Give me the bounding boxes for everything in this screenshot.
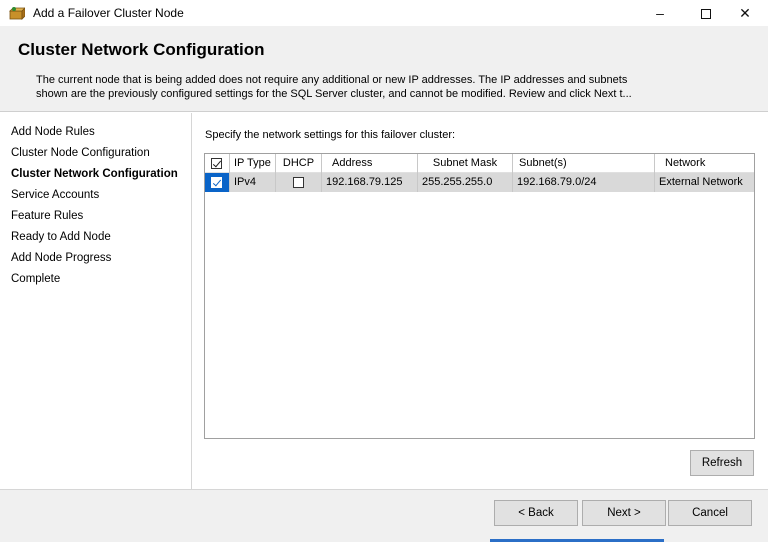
cell-subnets: 192.168.79.0/24 xyxy=(513,173,655,192)
sidebar-item-service-accounts[interactable]: Service Accounts xyxy=(0,185,191,206)
cancel-button[interactable]: Cancel xyxy=(668,500,752,526)
sidebar-item-feature-rules[interactable]: Feature Rules xyxy=(0,206,191,227)
column-header-address[interactable]: Address xyxy=(322,154,418,173)
next-button[interactable]: Next > xyxy=(582,500,666,526)
sidebar-item-ready-to-add-node[interactable]: Ready to Add Node xyxy=(0,227,191,248)
sidebar-item-complete[interactable]: Complete xyxy=(0,269,191,290)
column-header-network[interactable]: Network xyxy=(655,154,754,173)
minimize-button[interactable]: – xyxy=(637,0,683,26)
maximize-icon xyxy=(701,9,711,20)
sidebar-item-add-node-progress[interactable]: Add Node Progress xyxy=(0,248,191,269)
cell-dhcp xyxy=(276,173,322,192)
column-header-subnets[interactable]: Subnet(s) xyxy=(513,154,655,173)
cell-address: 192.168.79.125 xyxy=(322,173,418,192)
row-checkbox[interactable] xyxy=(211,177,222,188)
page-title: Cluster Network Configuration xyxy=(18,40,265,59)
cell-ip-type: IPv4 xyxy=(230,173,276,192)
description-line-2: shown are the previously configured sett… xyxy=(36,88,632,100)
title-bar: Add a Failover Cluster Node – ✕ xyxy=(0,0,768,26)
page-header: Cluster Network Configuration The curren… xyxy=(0,26,768,112)
select-all-checkbox[interactable] xyxy=(211,158,222,169)
column-header-subnet-mask[interactable]: Subnet Mask xyxy=(418,154,513,173)
grid-header-row: IP Type DHCP Address Subnet Mask Subnet(… xyxy=(205,154,754,173)
wizard-footer: < Back Next > Cancel xyxy=(0,489,768,542)
description-line-1: The current node that is being added doe… xyxy=(36,74,628,86)
table-row[interactable]: IPv4 192.168.79.125 255.255.255.0 192.16… xyxy=(205,173,754,192)
sidebar-item-cluster-network-configuration[interactable]: Cluster Network Configuration xyxy=(0,164,191,185)
setup-box-icon xyxy=(9,7,25,20)
refresh-button[interactable]: Refresh xyxy=(690,450,754,476)
dhcp-checkbox[interactable] xyxy=(293,177,304,188)
column-header-dhcp[interactable]: DHCP xyxy=(276,154,322,173)
instruction-text: Specify the network settings for this fa… xyxy=(205,129,456,141)
network-settings-grid: IP Type DHCP Address Subnet Mask Subnet(… xyxy=(204,153,755,439)
sidebar-item-add-node-rules[interactable]: Add Node Rules xyxy=(0,122,191,143)
main-content: Specify the network settings for this fa… xyxy=(193,113,768,489)
select-all-cell[interactable] xyxy=(205,154,230,173)
window-title: Add a Failover Cluster Node xyxy=(33,6,184,20)
cell-network: External Network xyxy=(659,176,743,188)
column-header-ip-type[interactable]: IP Type xyxy=(230,154,276,173)
row-select-cell[interactable] xyxy=(205,173,230,192)
wizard-steps-sidebar: Add Node Rules Cluster Node Configuratio… xyxy=(0,113,192,489)
row-selection-highlight xyxy=(205,173,229,192)
sidebar-item-cluster-node-configuration[interactable]: Cluster Node Configuration xyxy=(0,143,191,164)
page-description: The current node that is being added doe… xyxy=(36,73,756,101)
close-button[interactable]: ✕ xyxy=(722,0,768,26)
back-button[interactable]: < Back xyxy=(494,500,578,526)
cell-subnet-mask: 255.255.255.0 xyxy=(418,173,513,192)
